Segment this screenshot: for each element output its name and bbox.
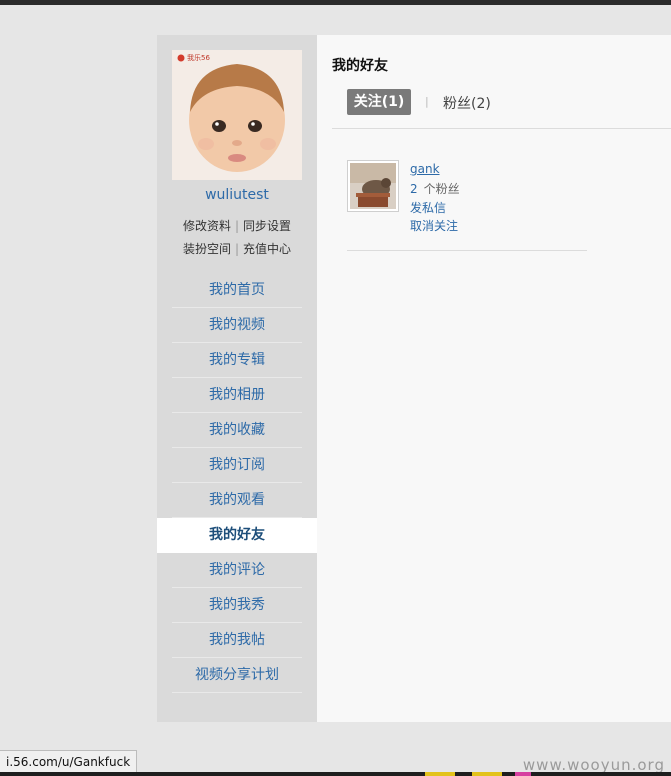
nav-item-share-plan[interactable]: 视频分享计划 — [157, 658, 317, 693]
sync-settings-link[interactable]: 同步设置 — [243, 219, 291, 233]
recharge-center-link[interactable]: 充值中心 — [243, 242, 291, 256]
browser-status-bar: i.56.com/u/Gankfuck — [0, 750, 138, 774]
nav-item-friends[interactable]: 我的好友 — [157, 518, 317, 553]
decorate-space-link[interactable]: 装扮空间 — [183, 242, 231, 256]
nav-item-home[interactable]: 我的首页 — [157, 273, 317, 308]
nav-item-videos[interactable]: 我的视频 — [157, 308, 317, 343]
send-message-link[interactable]: 发私信 — [410, 199, 446, 216]
fans-count-label: 个粉丝 — [423, 182, 460, 196]
friend-name-link[interactable]: gank — [410, 162, 440, 176]
space-links: 装扮空间 | 充值中心 — [157, 240, 317, 257]
baby-avatar-image — [172, 50, 302, 180]
user-avatar[interactable]: 我乐56 — [172, 50, 302, 180]
taskbar-color-block — [425, 772, 455, 776]
nav-item-favorites[interactable]: 我的收藏 — [157, 413, 317, 448]
main-content: 我的好友 关注(1) | 粉丝(2) gank 2 个粉丝 发私信 取消关注 — [317, 35, 671, 722]
site-logo-text: 我乐56 — [187, 54, 210, 62]
profile-links: 修改资料 | 同步设置 — [157, 217, 317, 234]
nav-item-woxiu[interactable]: 我的我秀 — [157, 588, 317, 623]
page-title: 我的好友 — [332, 58, 388, 74]
nav-item-history[interactable]: 我的观看 — [157, 483, 317, 518]
sidebar: 我乐56 wuliutest 修改资料 | 同步设置 装扮空间 | 充值中心 我的首页 … — [157, 35, 317, 722]
friend-card: gank 2 个粉丝 发私信 取消关注 — [347, 160, 587, 250]
fans-count-number[interactable]: 2 — [410, 182, 418, 196]
taskbar-color-block — [472, 772, 502, 776]
nav-item-photos[interactable]: 我的相册 — [157, 378, 317, 413]
nav-item-comments[interactable]: 我的评论 — [157, 553, 317, 588]
unfollow-link[interactable]: 取消关注 — [410, 217, 458, 234]
friend-avatar-image — [350, 163, 396, 209]
tab-fans[interactable]: 粉丝(2) — [443, 93, 491, 113]
username-link[interactable]: wuliutest — [157, 187, 317, 203]
friend-divider — [347, 250, 587, 251]
nav-item-subscriptions[interactable]: 我的订阅 — [157, 448, 317, 483]
edit-profile-link[interactable]: 修改资料 — [183, 219, 231, 233]
friend-avatar[interactable] — [347, 160, 399, 212]
tab-following[interactable]: 关注(1) — [347, 89, 411, 115]
taskbar-color-block — [515, 772, 531, 776]
tab-divider — [332, 128, 671, 129]
nav-item-albums[interactable]: 我的专辑 — [157, 343, 317, 378]
tab-separator: | — [425, 95, 429, 108]
link-separator: | — [234, 219, 240, 233]
sidebar-nav: 我的首页 我的视频 我的专辑 我的相册 我的收藏 我的订阅 我的观看 我的好友 … — [157, 273, 317, 693]
window-top-bar — [0, 0, 671, 5]
link-separator: | — [234, 242, 240, 256]
friend-fans-count: 2 个粉丝 — [410, 180, 460, 197]
taskbar-strip — [0, 772, 671, 776]
nav-item-posts[interactable]: 我的我帖 — [157, 623, 317, 658]
